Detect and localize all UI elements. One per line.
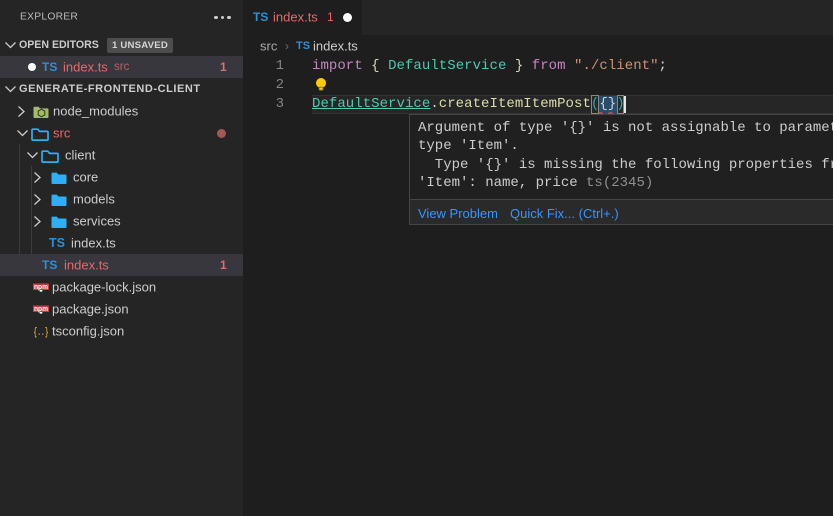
svg-text:npm: npm (34, 305, 48, 313)
svg-text:{..}: {..} (34, 327, 49, 338)
svg-text:npm: npm (34, 283, 48, 291)
